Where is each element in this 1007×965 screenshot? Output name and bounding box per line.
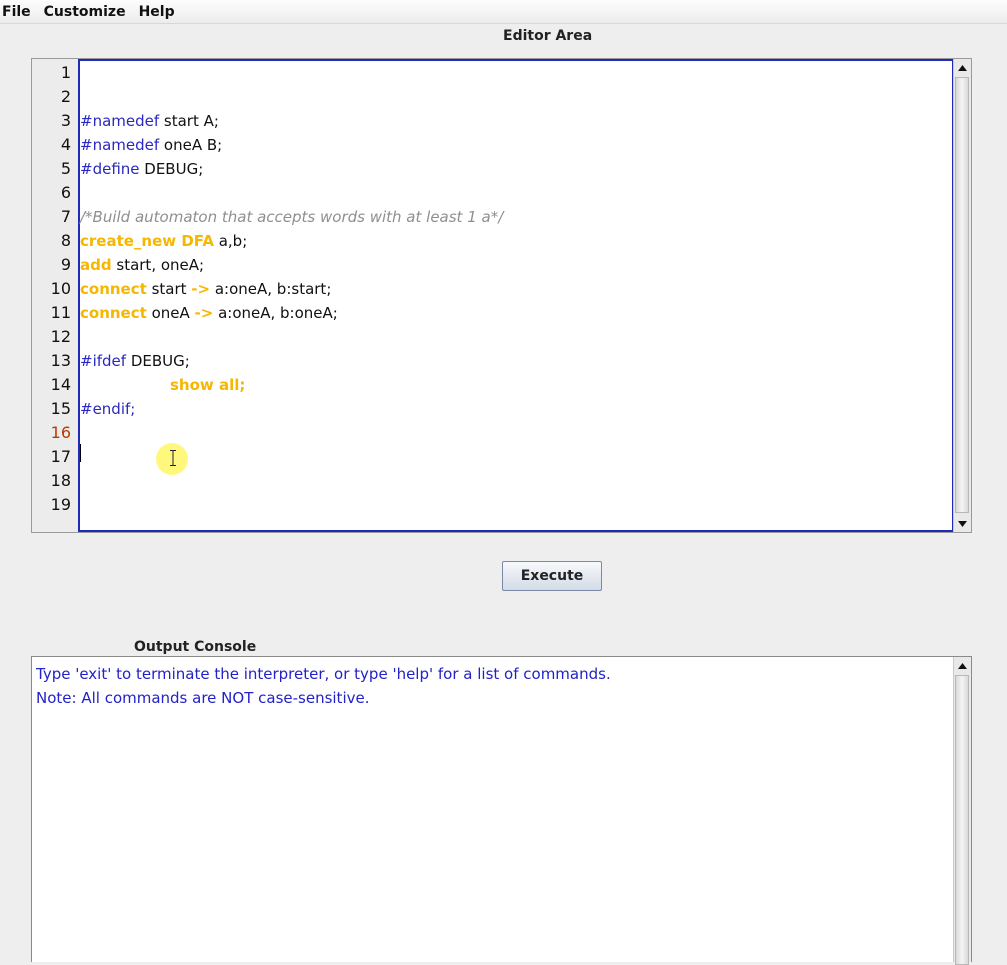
code-text: oneA [146, 304, 195, 322]
line-number: 2 [60, 87, 71, 106]
text-caret [80, 444, 81, 462]
scroll-up-icon[interactable] [954, 657, 971, 674]
directive: #namedef [80, 112, 160, 130]
line-number: 10 [50, 279, 71, 298]
arrow-operator: -> [191, 280, 211, 298]
code-text: a:oneA, b:start; [210, 280, 332, 298]
output-console-title: Output Console [134, 639, 257, 655]
scrollbar-thumb[interactable] [955, 77, 969, 513]
line-number: 1 [60, 63, 71, 82]
arrow-operator: -> [194, 304, 214, 322]
line-number: 4 [60, 135, 71, 154]
line-number: 8 [60, 231, 71, 250]
directive: #endif; [80, 400, 136, 418]
code-editor: 1 2 3 4 5 6 7 8 9 10 11 12 13 14 15 16 1… [31, 58, 972, 533]
code-line-13: #ifdef DEBUG; [80, 349, 190, 373]
line-number: 13 [50, 351, 71, 370]
code-line-4: #namedef oneA B; [80, 133, 222, 157]
code-text: start A; [159, 112, 219, 130]
line-number: 19 [50, 495, 71, 514]
menu-help[interactable]: Help [137, 2, 182, 22]
scrollbar-thumb[interactable] [955, 675, 969, 965]
console-scrollbar[interactable] [953, 657, 971, 965]
code-line-3: #namedef start A; [80, 109, 219, 133]
code-text: DEBUG; [139, 160, 204, 178]
console-line: Note: All commands are NOT case-sensitiv… [36, 689, 370, 707]
code-text: a:oneA, b:oneA; [213, 304, 338, 322]
code-text: oneA B; [159, 136, 223, 154]
code-text: a,b; [213, 232, 248, 250]
keyword: connect [80, 304, 147, 322]
line-number: 5 [60, 159, 71, 178]
line-number: 12 [50, 327, 71, 346]
console-line: Type 'exit' to terminate the interpreter… [36, 665, 611, 683]
directive: #namedef [80, 136, 160, 154]
editor-area-title: Editor Area [503, 28, 593, 44]
line-number: 15 [50, 399, 71, 418]
scroll-up-icon[interactable] [954, 59, 971, 76]
keyword: show all; [170, 376, 246, 394]
code-comment: /*Build automaton that accepts words wit… [80, 208, 504, 226]
line-number: 17 [50, 447, 71, 466]
text-cursor-icon [170, 450, 176, 466]
code-text: DEBUG; [126, 352, 190, 370]
code-line-11: connect oneA -> a:oneA, b:oneA; [80, 301, 338, 325]
code-text: start [146, 280, 192, 298]
code-line-10: connect start -> a:oneA, b:start; [80, 277, 331, 301]
current-line-number: 16 [50, 423, 71, 442]
keyword: create_new DFA [80, 232, 214, 250]
menu-bar: File Customize Help [0, 0, 1007, 24]
code-line-9: add start, oneA; [80, 253, 204, 277]
line-number: 3 [60, 111, 71, 130]
code-line-5: #define DEBUG; [80, 157, 203, 181]
directive: #ifdef [80, 352, 127, 370]
execute-button[interactable]: Execute [502, 561, 602, 591]
keyword: add [80, 256, 112, 274]
menu-customize[interactable]: Customize [42, 2, 133, 22]
output-console[interactable]: Type 'exit' to terminate the interpreter… [31, 656, 972, 965]
line-number: 6 [60, 183, 71, 202]
code-text-area[interactable]: #namedef start A; #namedef oneA B; #defi… [78, 59, 954, 532]
menu-file[interactable]: File [0, 2, 38, 22]
code-text: start, oneA; [111, 256, 205, 274]
editor-scrollbar[interactable] [953, 59, 971, 532]
line-number: 11 [50, 303, 71, 322]
scroll-down-icon[interactable] [954, 515, 971, 532]
line-number: 14 [50, 375, 71, 394]
line-number: 9 [60, 255, 71, 274]
directive: #define [80, 160, 140, 178]
line-number: 7 [60, 207, 71, 226]
code-line-8: create_new DFA a,b; [80, 229, 247, 253]
line-number-gutter: 1 2 3 4 5 6 7 8 9 10 11 12 13 14 15 16 1… [32, 59, 79, 532]
keyword: connect [80, 280, 147, 298]
line-number: 18 [50, 471, 71, 490]
